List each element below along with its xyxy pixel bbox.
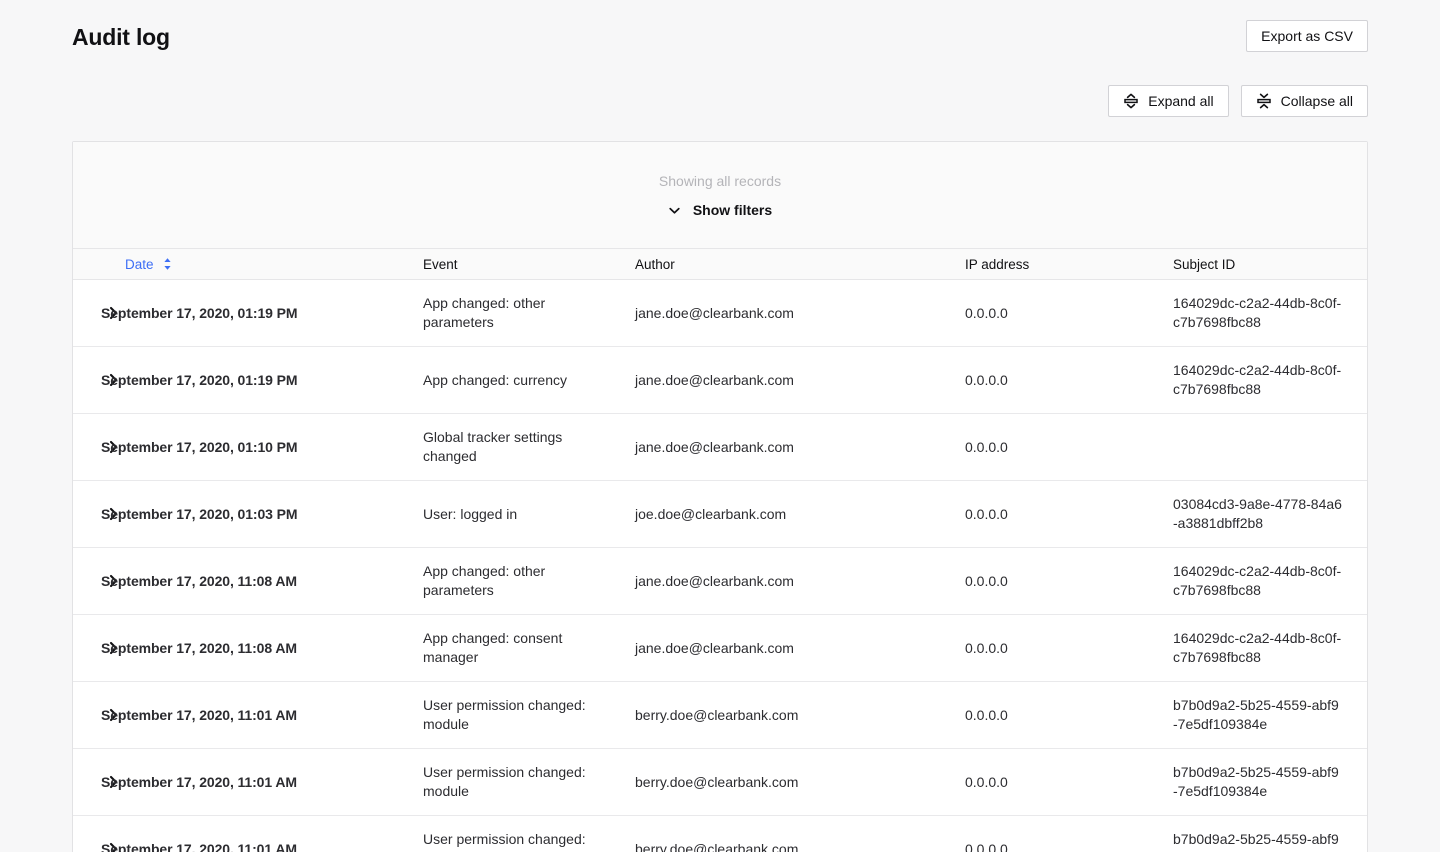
- cell-event: Global tracker settings changed: [423, 413, 635, 481]
- cell-event: App changed: currency: [423, 346, 635, 414]
- audit-log-card: Showing all records Show filters Date Ev…: [72, 141, 1368, 852]
- chevron-down-icon: [668, 204, 681, 217]
- expand-all-label: Expand all: [1148, 93, 1214, 109]
- cell-ip-address: 0.0.0.0: [965, 279, 1173, 347]
- export-as-csv-button[interactable]: Export as CSV: [1246, 20, 1368, 52]
- table-row[interactable]: September 17, 2020, 11:08 AM App changed:…: [73, 547, 1367, 615]
- cell-event: User: logged in: [423, 480, 635, 548]
- cell-date: September 17, 2020, 11:08 AM: [101, 614, 423, 682]
- cell-date: September 17, 2020, 11:08 AM: [101, 547, 423, 615]
- audit-log-table: Date Event Author IP address Subject ID …: [73, 248, 1367, 852]
- cell-ip-address: 0.0.0.0: [965, 346, 1173, 414]
- page-title: Audit log: [72, 24, 170, 50]
- cell-author: berry.doe@clearbank.com: [635, 748, 965, 816]
- table-row[interactable]: September 17, 2020, 11:01 AM User permiss…: [73, 815, 1367, 852]
- cell-event: App changed: other parameters: [423, 279, 635, 347]
- collapse-all-label: Collapse all: [1280, 93, 1353, 109]
- table-header: Date Event Author IP address Subject ID: [73, 248, 1367, 280]
- row-expand-cell[interactable]: [73, 480, 117, 548]
- cell-date: September 17, 2020, 01:03 PM: [101, 480, 423, 548]
- column-header-event: Event: [423, 248, 635, 280]
- showing-records-text: Showing all records: [658, 173, 782, 189]
- row-expand-cell[interactable]: [73, 346, 117, 414]
- cell-ip-address: 0.0.0.0: [965, 413, 1173, 481]
- table-header-row: Date Event Author IP address Subject ID: [73, 248, 1367, 280]
- cell-date: September 17, 2020, 01:19 PM: [101, 346, 423, 414]
- cell-date: September 17, 2020, 01:10 PM: [101, 413, 423, 481]
- sort-by-date-control[interactable]: Date: [122, 257, 173, 272]
- cell-event: App changed: other parameters: [423, 547, 635, 615]
- column-header-ip-address: IP address: [965, 248, 1173, 280]
- table-row[interactable]: September 17, 2020, 11:01 AM User permiss…: [73, 681, 1367, 749]
- cell-author: jane.doe@clearbank.com: [635, 279, 965, 347]
- cell-author: berry.doe@clearbank.com: [635, 681, 965, 749]
- cell-subject-id: 164029dc-c2a2-44db-8c0f-c7b7698fbc88: [1173, 614, 1367, 682]
- column-header-author: Author: [635, 248, 965, 280]
- cell-author: jane.doe@clearbank.com: [635, 614, 965, 682]
- cell-event: App changed: consent manager: [423, 614, 635, 682]
- cell-date: September 17, 2020, 01:19 PM: [101, 279, 423, 347]
- cell-ip-address: 0.0.0.0: [965, 614, 1173, 682]
- cell-subject-id: 164029dc-c2a2-44db-8c0f-c7b7698fbc88: [1173, 346, 1367, 414]
- show-filters-label: Show filters: [692, 202, 773, 218]
- cell-event: User permission changed: module: [423, 681, 635, 749]
- row-expand-cell[interactable]: [73, 547, 117, 615]
- cell-ip-address: 0.0.0.0: [965, 748, 1173, 816]
- cell-subject-id: b7b0d9a2-5b25-4559-abf9-7e5df109384e: [1173, 681, 1367, 749]
- cell-event: User permission changed: module: [423, 748, 635, 816]
- cell-subject-id: b7b0d9a2-5b25-4559-abf9-7e5df109384e: [1173, 815, 1367, 852]
- collapse-all-button[interactable]: Collapse all: [1240, 85, 1368, 117]
- row-expand-cell[interactable]: [73, 614, 117, 682]
- column-header-subject-id: Subject ID: [1173, 248, 1367, 280]
- cell-author: jane.doe@clearbank.com: [635, 547, 965, 615]
- column-header-caret: [73, 248, 101, 280]
- cell-date: September 17, 2020, 11:01 AM: [101, 681, 423, 749]
- table-row[interactable]: September 17, 2020, 01:03 PM User: logged…: [73, 480, 1367, 548]
- row-expand-cell[interactable]: [73, 681, 117, 749]
- filter-zone: Showing all records Show filters: [73, 142, 1367, 248]
- cell-subject-id: [1173, 413, 1367, 481]
- cell-author: joe.doe@clearbank.com: [635, 480, 965, 548]
- cell-author: jane.doe@clearbank.com: [635, 413, 965, 481]
- cell-ip-address: 0.0.0.0: [965, 681, 1173, 749]
- table-row[interactable]: September 17, 2020, 01:19 PM App changed:…: [73, 346, 1367, 414]
- column-header-date-label: Date: [125, 256, 154, 272]
- row-expand-cell[interactable]: [73, 748, 117, 816]
- cell-author: berry.doe@clearbank.com: [635, 815, 965, 852]
- expand-all-button[interactable]: Expand all: [1108, 85, 1229, 117]
- cell-date: September 17, 2020, 11:01 AM: [101, 815, 423, 852]
- expand-all-icon: [1123, 93, 1139, 109]
- cell-ip-address: 0.0.0.0: [965, 547, 1173, 615]
- cell-subject-id: 03084cd3-9a8e-4778-84a6-a3881dbff2b8: [1173, 480, 1367, 548]
- cell-author: jane.doe@clearbank.com: [635, 346, 965, 414]
- sort-updown-icon: [162, 257, 173, 271]
- cell-ip-address: 0.0.0.0: [965, 815, 1173, 852]
- cell-subject-id: 164029dc-c2a2-44db-8c0f-c7b7698fbc88: [1173, 547, 1367, 615]
- table-body: September 17, 2020, 01:19 PM App changed:…: [73, 279, 1367, 852]
- audit-log-page: Audit log Export as CSV Expand all Colla…: [0, 0, 1440, 852]
- cell-date: September 17, 2020, 11:01 AM: [101, 748, 423, 816]
- cell-subject-id: 164029dc-c2a2-44db-8c0f-c7b7698fbc88: [1173, 279, 1367, 347]
- row-expand-cell[interactable]: [73, 815, 117, 852]
- cell-ip-address: 0.0.0.0: [965, 480, 1173, 548]
- table-row[interactable]: September 17, 2020, 01:19 PM App changed:…: [73, 279, 1367, 347]
- table-row[interactable]: September 17, 2020, 11:08 AM App changed:…: [73, 614, 1367, 682]
- collapse-all-icon: [1256, 93, 1272, 109]
- row-expand-cell[interactable]: [73, 413, 117, 481]
- show-filters-button[interactable]: Show filters: [668, 202, 772, 218]
- cell-subject-id: b7b0d9a2-5b25-4559-abf9-7e5df109384e: [1173, 748, 1367, 816]
- cell-event: User permission changed: module: [423, 815, 635, 852]
- table-row[interactable]: September 17, 2020, 01:10 PM Global track…: [73, 413, 1367, 481]
- table-row[interactable]: September 17, 2020, 11:01 AM User permiss…: [73, 748, 1367, 816]
- page-header: Audit log Export as CSV: [72, 20, 1368, 66]
- expand-collapse-toolbar: Expand all Collapse all: [1108, 85, 1368, 117]
- column-header-date[interactable]: Date: [101, 248, 423, 280]
- row-expand-cell[interactable]: [73, 279, 117, 347]
